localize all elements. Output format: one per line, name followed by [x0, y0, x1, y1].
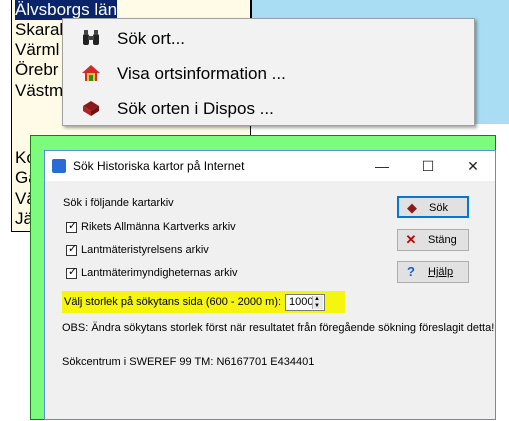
archive-label: Lantmäterimyndigheternas arkiv — [81, 267, 238, 279]
close-button-label: Stäng — [428, 234, 457, 246]
stepper-up-icon[interactable]: ▲ — [314, 296, 320, 302]
search-button[interactable]: ◆ Sök — [397, 196, 469, 218]
search-size-value[interactable]: 1000 — [289, 296, 313, 308]
archive-label: Lantmäteristyrelsens arkiv — [81, 244, 209, 256]
region-list-item[interactable]: Värml — [15, 40, 59, 60]
check-icon: ✓ — [68, 243, 78, 255]
menu-item-label: Visa ortsinformation ... — [117, 64, 286, 83]
context-menu: Sök ort... Visa ortsinformation ... Sök … — [62, 18, 475, 126]
close-icon: ✕ — [405, 232, 417, 247]
archive-label: Rikets Allmänna Kartverks arkiv — [81, 221, 236, 233]
help-button[interactable]: ? Hjälp — [397, 261, 469, 283]
region-list-item[interactable]: Örebr — [15, 60, 58, 80]
search-button-label: Sök — [429, 202, 448, 214]
check-icon: ✓ — [68, 266, 78, 278]
binoculars-icon — [83, 30, 99, 45]
dialog-title: Sök Historiska kartor på Internet — [73, 159, 245, 173]
search-size-stepper[interactable]: 1000 ▲ ▼ — [285, 294, 325, 311]
search-historical-maps-dialog: Sök Historiska kartor på Internet — ☐ ✕ … — [44, 150, 496, 420]
region-list-item-selected[interactable]: Älvsborgs län — [15, 0, 118, 20]
menu-item-label: Sök orten i Dispos ... — [117, 99, 274, 118]
obs-note: OBS: Ändra sökytans storlek först när re… — [62, 322, 495, 334]
help-button-label: Hjälp — [428, 266, 454, 278]
book-icon — [83, 101, 99, 116]
archive-checkbox[interactable]: ✓ — [66, 220, 78, 233]
search-center-text: Sökcentrum i SWEREF 99 TM: N6167701 E434… — [62, 356, 315, 368]
check-icon: ✓ — [68, 220, 78, 232]
region-list-item[interactable]: Västm — [15, 81, 63, 101]
close-button[interactable]: ✕ Stäng — [397, 229, 469, 251]
app-icon — [52, 159, 66, 173]
menu-item-search-place[interactable]: Sök ort... — [63, 21, 474, 55]
region-list-item[interactable]: Skarab — [15, 20, 69, 40]
house-icon — [82, 65, 100, 81]
archive-checkbox[interactable]: ✓ — [66, 266, 78, 279]
archive-checkbox[interactable]: ✓ — [66, 243, 78, 256]
stepper-arrows[interactable]: ▲ ▼ — [312, 296, 323, 309]
stepper-down-icon[interactable]: ▼ — [314, 303, 320, 309]
close-window-button[interactable]: ✕ — [450, 151, 496, 181]
minimize-button[interactable]: — — [359, 151, 405, 181]
maximize-button[interactable]: ☐ — [405, 151, 451, 181]
menu-item-search-dispos[interactable]: Sök orten i Dispos ... — [63, 91, 474, 125]
dialog-titlebar[interactable]: Sök Historiska kartor på Internet — ☐ ✕ — [45, 151, 495, 181]
help-icon: ? — [407, 264, 415, 279]
menu-item-show-place-info[interactable]: Visa ortsinformation ... — [63, 56, 474, 90]
search-size-label: Välj storlek på sökytans sida (600 - 200… — [64, 296, 282, 308]
archive-section-label: Sök i följande kartarkiv — [63, 197, 174, 209]
book-icon: ◆ — [407, 200, 417, 215]
menu-item-label: Sök ort... — [117, 29, 186, 48]
